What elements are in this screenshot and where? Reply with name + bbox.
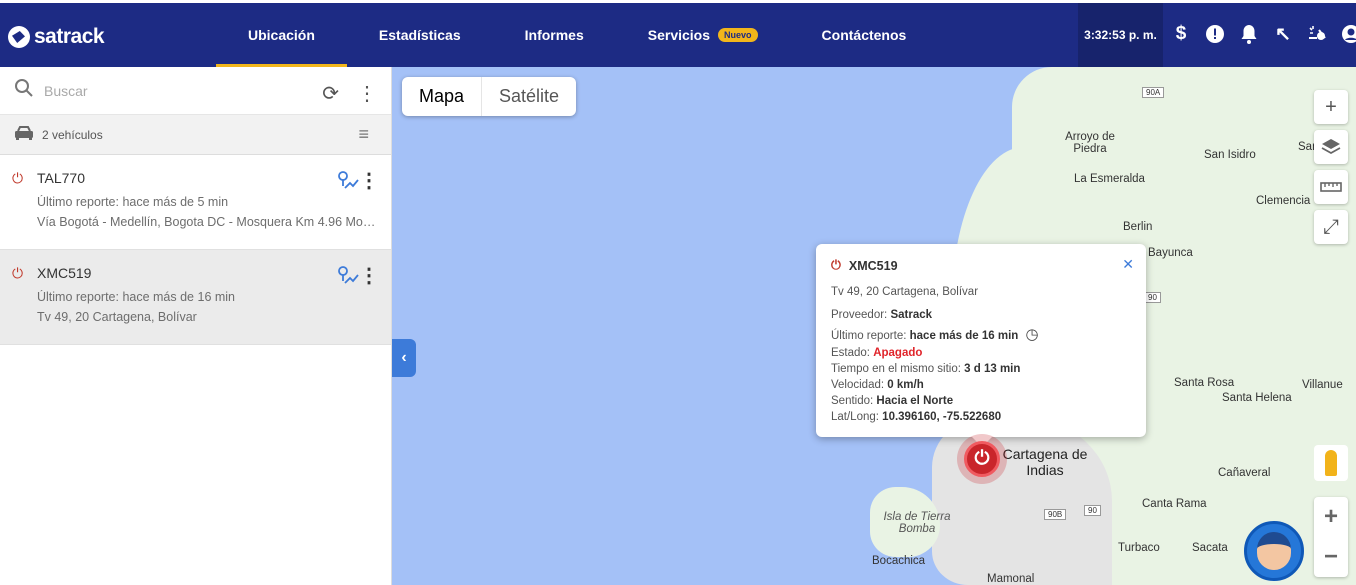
vehicle-last-report: Último reporte: hace más de 5 min	[37, 195, 229, 209]
close-icon[interactable]: ✕	[1122, 256, 1134, 273]
vehicles-count-bar: 2 vehículos ≡	[0, 115, 391, 155]
vehicle-plate: XMC519	[37, 265, 92, 281]
popup-address: Tv 49, 20 Cartagena, Bolívar	[831, 286, 979, 298]
vehicle-marker[interactable]: ⏻	[964, 441, 1000, 477]
nav-servicios-label: Servicios	[647, 27, 711, 43]
popup-direction: Sentido: Hacia el Norte	[831, 395, 954, 407]
map-label: Santa Rosa	[1174, 377, 1235, 389]
popup-provider: Proveedor: Satrack	[831, 309, 933, 321]
power-off-icon: ⏻	[12, 265, 24, 281]
popup-title: ⏻ XMC519	[831, 258, 1131, 273]
zoom-in-button[interactable]: +	[1314, 90, 1348, 124]
popup-state: Estado: Apagado	[831, 347, 923, 359]
zoom-minus-button[interactable]: −	[1324, 543, 1338, 571]
vehicle-menu-icon[interactable]: ⋮	[359, 168, 379, 193]
road-sign: 90	[1084, 505, 1101, 516]
main-nav: Ubicación Estadísticas Informes Servicio…	[216, 3, 938, 67]
support-avatar[interactable]	[1244, 521, 1304, 581]
popup-time: Tiempo en el mismo sitio: 3 d 13 min	[831, 363, 1021, 375]
header-actions: $ ↖	[1170, 23, 1356, 45]
user-icon[interactable]	[1340, 23, 1356, 45]
clock-icon[interactable]: ◷	[1026, 326, 1039, 343]
map-type-toggle: Mapa Satélite	[402, 77, 577, 116]
map-label: Cartagena de Indias	[1002, 446, 1088, 478]
search-tools: ⟳ ⋮	[322, 81, 377, 106]
car-icon	[14, 125, 34, 144]
road-sign: 90A	[1142, 87, 1165, 98]
clock: 3:32:53 p. m.	[1078, 3, 1163, 67]
vehicle-address: Vía Bogotá - Medellín, Bogota DC - Mosqu…	[37, 215, 377, 229]
map-label: Villanue	[1302, 379, 1343, 391]
search-icon	[14, 78, 34, 103]
map-label: Cañaveral	[1218, 467, 1271, 479]
map-label: Sacata	[1192, 542, 1228, 554]
map-label: Berlin	[1123, 221, 1153, 233]
globe-icon	[8, 26, 30, 48]
dollar-icon[interactable]: $	[1170, 23, 1192, 45]
vehicle-info-popup: ⏻ XMC519 ✕ Tv 49, 20 Cartagena, Bolívar …	[816, 244, 1146, 447]
map-label: La Esmeralda	[1074, 173, 1145, 185]
new-badge: Nuevo	[718, 28, 758, 42]
map-label: Clemencia	[1256, 195, 1311, 207]
cursor-arrow-icon[interactable]: ↖	[1272, 23, 1294, 45]
nav-ubicacion[interactable]: Ubicación	[216, 3, 347, 67]
top-nav-bar: satrack Ubicación Estadísticas Informes …	[0, 0, 1356, 67]
nav-estadisticas[interactable]: Estadísticas	[347, 3, 493, 67]
vehicle-item-tal770[interactable]: ⏻ TAL770 Último reporte: hace más de 5 m…	[0, 155, 391, 250]
vehicle-count: 2 vehículos	[42, 127, 103, 142]
layers-icon[interactable]	[1314, 130, 1348, 164]
map-label: Canta Rama	[1142, 498, 1207, 510]
popup-plate: XMC519	[848, 258, 898, 273]
map-type-map[interactable]: Mapa	[402, 77, 483, 116]
map-label: Bayunca	[1148, 247, 1193, 259]
vehicle-menu-icon[interactable]: ⋮	[359, 263, 379, 288]
map-area[interactable]: Arroyo de Piedra San Isidro Santa La Esm…	[392, 67, 1356, 585]
brand-name: satrack	[34, 25, 105, 48]
popup-speed: Velocidad: 0 km/h	[831, 379, 924, 391]
more-options-icon[interactable]: ⋮	[357, 81, 377, 106]
settings-icon[interactable]	[1306, 23, 1328, 45]
alert-icon[interactable]	[1204, 23, 1226, 45]
collapse-sidebar-button[interactable]: ‹	[392, 339, 416, 377]
refresh-icon[interactable]: ⟳	[322, 81, 339, 106]
city-land	[932, 417, 1112, 585]
vehicle-plate: TAL770	[37, 170, 85, 186]
ruler-icon[interactable]	[1314, 170, 1348, 204]
zoom-plus-button[interactable]: +	[1324, 503, 1338, 531]
map-label: Turbaco	[1118, 542, 1160, 554]
vehicle-address: Tv 49, 20 Cartagena, Bolívar	[37, 310, 197, 324]
power-off-icon: ⏻	[12, 170, 24, 186]
vehicle-item-xmc519[interactable]: ⏻ XMC519 Último reporte: hace más de 16 …	[0, 250, 391, 345]
zoom-controls: + −	[1314, 497, 1348, 577]
map-label: Isla de Tierra Bomba	[883, 511, 951, 535]
fullscreen-icon[interactable]: ⤢	[1314, 210, 1348, 244]
street-view-icon[interactable]	[1314, 445, 1348, 481]
nav-informes[interactable]: Informes	[493, 3, 616, 67]
route-icon[interactable]	[337, 170, 359, 197]
filter-icon[interactable]: ≡	[358, 124, 369, 145]
map-label: Bocachica	[872, 555, 926, 567]
popup-report: Último reporte: hace más de 16 min ◷	[831, 326, 1039, 343]
search-input[interactable]: Buscar	[44, 83, 88, 99]
bell-icon[interactable]	[1238, 23, 1260, 45]
search-bar[interactable]: Buscar ⟳ ⋮	[0, 67, 391, 115]
road-sign: 90	[1144, 292, 1161, 303]
map-label: Santa Helena	[1222, 392, 1292, 404]
popup-latlng: Lat/Long: 10.396160, -75.522680	[831, 411, 1002, 423]
map-label: Mamonal	[987, 573, 1035, 585]
route-icon[interactable]	[337, 265, 359, 292]
satrack-logo[interactable]: satrack	[8, 25, 105, 49]
nav-contactenos[interactable]: Contáctenos	[790, 3, 939, 67]
road-sign: 90B	[1044, 509, 1067, 520]
vehicle-sidebar: Buscar ⟳ ⋮ 2 vehículos ≡ ⏻ TAL770 Último…	[0, 67, 392, 585]
map-label: Arroyo de Piedra	[1065, 131, 1115, 155]
map-type-satellite[interactable]: Satélite	[482, 77, 576, 116]
map-label: San Isidro	[1204, 149, 1256, 161]
power-off-icon: ⏻	[831, 258, 841, 272]
nav-servicios[interactable]: Servicios Nuevo	[616, 3, 790, 67]
vehicle-last-report: Último reporte: hace más de 16 min	[37, 290, 236, 304]
